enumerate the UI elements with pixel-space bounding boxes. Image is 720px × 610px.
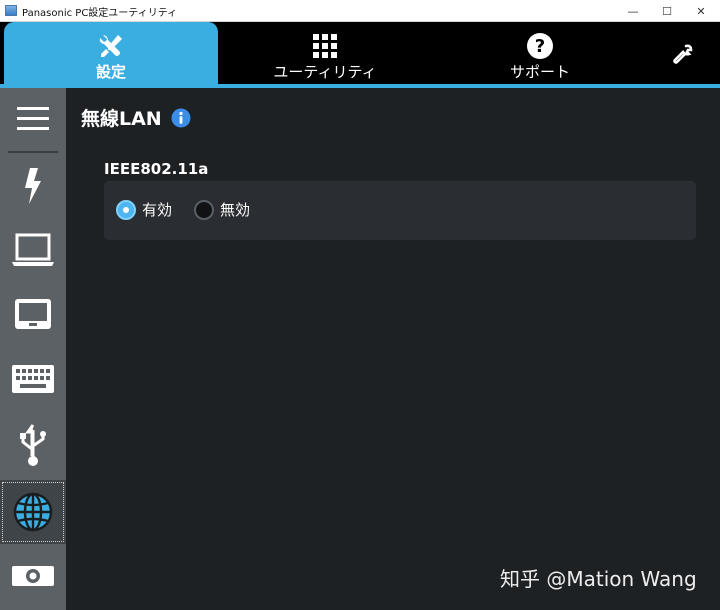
- option-panel: 有効 無効: [104, 181, 696, 240]
- page-title: 無線LAN: [81, 108, 162, 130]
- top-tab-bar: 設定 ユーティリティ ? サポート: [0, 22, 720, 84]
- maximize-button[interactable]: ☐: [648, 0, 686, 22]
- radio-option-disabled[interactable]: 無効: [194, 199, 250, 220]
- window-titlebar: Panasonic PC設定ユーティリティ — ☐ ✕: [0, 0, 720, 22]
- close-button[interactable]: ✕: [682, 0, 720, 22]
- sidebar-divider: [8, 151, 58, 153]
- app-icon: [5, 5, 17, 16]
- camera-icon: [12, 566, 54, 586]
- laptop-icon: [12, 233, 54, 266]
- sidebar-item-network[interactable]: [0, 480, 66, 544]
- tab-settings[interactable]: 設定: [4, 22, 218, 84]
- radio-option-enabled[interactable]: 有効: [116, 199, 172, 220]
- tools-icon: [97, 31, 125, 61]
- display-icon: [15, 299, 51, 329]
- radio-button-enabled[interactable]: [116, 199, 136, 220]
- window-title: Panasonic PC設定ユーティリティ: [22, 8, 178, 19]
- sidebar-item-menu[interactable]: [0, 90, 66, 148]
- sidebar-item-laptop[interactable]: [0, 220, 66, 280]
- tab-support-label: サポート: [509, 63, 570, 81]
- info-icon[interactable]: [171, 108, 191, 128]
- globe-icon: [13, 492, 53, 532]
- sidebar-item-power[interactable]: [0, 156, 66, 216]
- sidebar-item-usb[interactable]: [0, 414, 66, 478]
- usb-icon: [20, 424, 46, 466]
- sidebar-item-camera[interactable]: [0, 550, 66, 602]
- tab-settings-label: 設定: [95, 63, 126, 81]
- help-icon: ?: [526, 31, 554, 61]
- keyboard-icon: [12, 365, 54, 393]
- main-content: 無線LAN IEEE802.11a 有効 無効: [66, 88, 720, 610]
- radio-label-disabled: 無効: [220, 201, 251, 219]
- sidebar-item-display[interactable]: [0, 284, 66, 344]
- wrench-icon[interactable]: [670, 42, 694, 66]
- tab-utility-label: ユーティリティ: [273, 63, 377, 81]
- svg-text:?: ?: [535, 36, 545, 57]
- sidebar-item-keyboard[interactable]: [0, 348, 66, 410]
- hamburger-menu-icon: [17, 107, 49, 130]
- radio-button-disabled[interactable]: [194, 199, 214, 220]
- minimize-button[interactable]: —: [614, 0, 652, 22]
- radio-label-enabled: 有効: [142, 201, 173, 219]
- tab-support[interactable]: ? サポート: [470, 22, 610, 84]
- grid-icon: [312, 31, 338, 61]
- sidebar: [0, 88, 66, 610]
- tab-utility[interactable]: ユーティリティ: [240, 22, 410, 84]
- lightning-bolt-icon: [25, 168, 41, 204]
- page-heading: 無線LAN: [81, 104, 191, 131]
- section-label: IEEE802.11a: [104, 160, 209, 178]
- watermark-text: 知乎 @Mation Wang: [500, 567, 697, 591]
